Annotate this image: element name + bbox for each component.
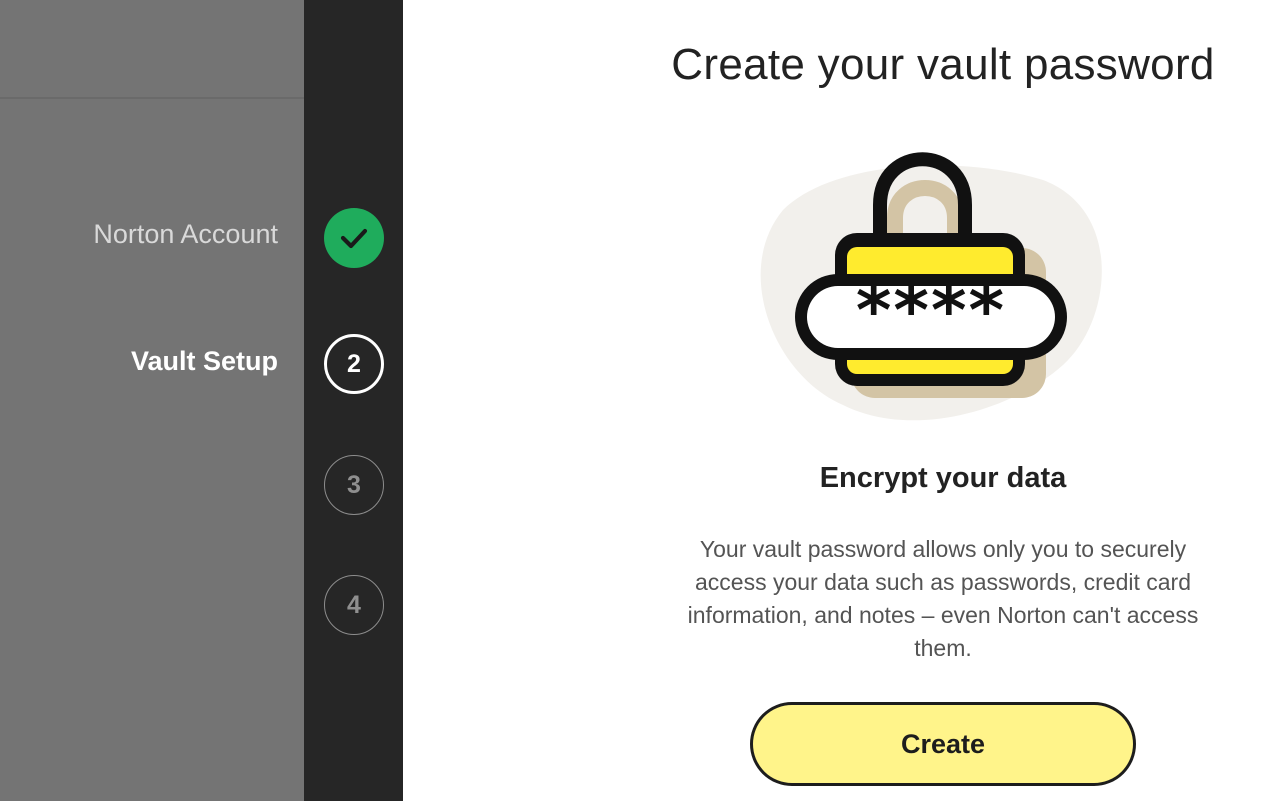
steps-sidebar: Norton Account Vault Setup — [0, 0, 304, 801]
step-4-pending: 4 — [324, 575, 384, 635]
description-text: Your vault password allows only you to s… — [687, 536, 1199, 661]
create-button[interactable]: Create — [750, 702, 1136, 786]
main-content: Create your vault password **** Encrypt … — [403, 0, 1284, 801]
page-title: Create your vault password — [671, 40, 1215, 89]
step-label-norton-account: Norton Account — [93, 219, 278, 249]
masked-password-text: **** — [856, 272, 1006, 351]
step-1-completed — [324, 208, 384, 268]
check-icon — [340, 228, 368, 249]
step-3-pending: 3 — [324, 455, 384, 515]
step-label-vault-setup: Vault Setup — [130, 346, 278, 376]
step-2-active: 2 — [324, 334, 384, 394]
section-subtitle: Encrypt your data — [819, 462, 1067, 494]
sidebar-divider — [0, 97, 304, 99]
step-indicator-rail: 2 3 4 — [304, 0, 403, 801]
padlock-password-icon: **** — [743, 150, 1113, 430]
